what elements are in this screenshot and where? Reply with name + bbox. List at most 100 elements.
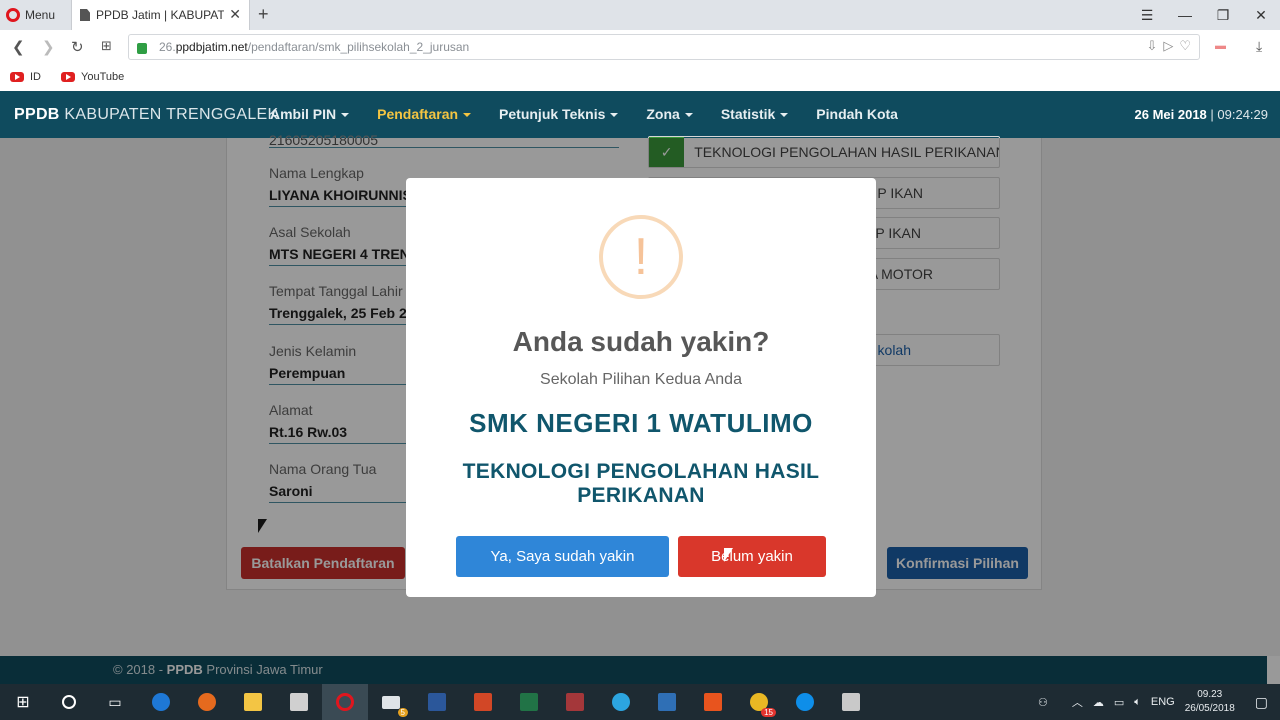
nav-item-pendaftaran[interactable]: Pendaftaran bbox=[363, 91, 485, 138]
close-tab-icon[interactable]: ✕ bbox=[229, 6, 241, 23]
menu-label: Menu bbox=[25, 8, 56, 22]
task-view-icon: ▭ bbox=[108, 693, 122, 710]
edge-icon bbox=[152, 693, 170, 711]
nav-item-ambil-pin[interactable]: Ambil PIN bbox=[256, 91, 363, 138]
date-separator: | bbox=[1206, 107, 1218, 122]
network-icon[interactable]: ▭ bbox=[1114, 696, 1124, 709]
ad-block-icon[interactable]: ▬ bbox=[1215, 40, 1226, 52]
minimize-icon[interactable]: — bbox=[1166, 0, 1204, 30]
nav-menu: Ambil PIN Pendaftaran Petunjuk Teknis Zo… bbox=[256, 91, 912, 138]
taskbar-opera[interactable] bbox=[322, 684, 368, 720]
taskbar-access[interactable] bbox=[552, 684, 598, 720]
taskbar-powerpoint[interactable] bbox=[460, 684, 506, 720]
taskbar-explorer[interactable] bbox=[230, 684, 276, 720]
people-icon[interactable]: ⚇ bbox=[1038, 696, 1048, 709]
site-brand[interactable]: PPDB KABUPATEN TRENGGALEK bbox=[14, 106, 278, 124]
downloads-icon[interactable]: ⤓ bbox=[1256, 38, 1262, 55]
caret-down-icon bbox=[463, 113, 472, 118]
nav-date: 26 Mei 2018 bbox=[1134, 107, 1207, 122]
nav-label: Pindah Kota bbox=[816, 106, 898, 122]
taskbar-chrome[interactable]: 15 bbox=[736, 684, 782, 720]
excel-icon bbox=[520, 693, 538, 711]
nav-label: Zona bbox=[646, 106, 680, 122]
language-indicator[interactable]: ENG bbox=[1151, 696, 1175, 708]
restore-icon[interactable]: ❐ bbox=[1204, 0, 1242, 30]
bookmark-label: YouTube bbox=[81, 71, 125, 83]
site-navbar: PPDB KABUPATEN TRENGGALEK Ambil PIN Pend… bbox=[0, 91, 1280, 138]
access-icon bbox=[566, 693, 584, 711]
address-bar: ❮ ❯ ↻ ⊞ 26. ppdbjatim.net/pendaftaran/smk… bbox=[0, 30, 1280, 64]
system-tray: ⚇ ︿ ☁ ▭ 🔈︎ ENG 09.23 26/05/2018 ▢ bbox=[1038, 684, 1280, 720]
taskbar-telegram[interactable] bbox=[598, 684, 644, 720]
tab-title: PPDB Jatim | KABUPATEN TRENGGALEK bbox=[96, 8, 224, 22]
start-button[interactable]: ⊞ bbox=[0, 684, 46, 720]
notifications-icon[interactable]: ▢ bbox=[1255, 694, 1268, 711]
download-page-icon[interactable]: ⇩ bbox=[1146, 38, 1157, 54]
telegram-icon bbox=[612, 693, 630, 711]
nav-datetime: 26 Mei 2018 | 09:24:29 bbox=[1135, 107, 1269, 122]
bookmark-youtube[interactable]: YouTube bbox=[61, 71, 124, 83]
taskbar-firefox[interactable] bbox=[184, 684, 230, 720]
url-field[interactable]: 26. ppdbjatim.net/pendaftaran/smk_pilihse… bbox=[128, 34, 1200, 60]
task-view-button[interactable]: ▭ bbox=[92, 684, 138, 720]
not-sure-button[interactable]: Belum yakin bbox=[678, 536, 826, 577]
nav-item-statistik[interactable]: Statistik bbox=[707, 91, 802, 138]
youtube-icon bbox=[61, 72, 75, 82]
clock-time: 09.23 bbox=[1197, 689, 1223, 700]
word-icon bbox=[428, 693, 446, 711]
send-icon[interactable]: ▷ bbox=[1163, 38, 1173, 54]
taskbar-teamviewer[interactable] bbox=[782, 684, 828, 720]
office-icon bbox=[704, 693, 722, 711]
window-controls: ☰ — ❐ ✕ bbox=[1128, 0, 1280, 30]
app-icon bbox=[658, 693, 676, 711]
nav-label: Pendaftaran bbox=[377, 106, 459, 122]
dialog-school-name: SMK NEGERI 1 WATULIMO bbox=[469, 408, 813, 438]
opera-menu-button[interactable]: Menu bbox=[6, 6, 55, 24]
taskbar-office[interactable] bbox=[690, 684, 736, 720]
volume-icon[interactable]: 🔈︎ bbox=[1134, 696, 1141, 709]
taskbar-app[interactable] bbox=[644, 684, 690, 720]
taskbar-clock[interactable]: 09.23 26/05/2018 bbox=[1185, 688, 1235, 716]
search-button[interactable] bbox=[46, 684, 92, 720]
chevron-up-icon[interactable]: ︿ bbox=[1072, 694, 1083, 710]
teamviewer-icon bbox=[796, 693, 814, 711]
firefox-icon bbox=[198, 693, 216, 711]
new-tab-icon[interactable]: + bbox=[258, 4, 269, 25]
back-icon[interactable]: ❮ bbox=[12, 38, 25, 56]
url-subdomain: 26. bbox=[159, 40, 176, 54]
nav-label: Petunjuk Teknis bbox=[499, 106, 606, 122]
taskbar-word[interactable] bbox=[414, 684, 460, 720]
caret-down-icon bbox=[684, 113, 693, 118]
taskbar-excel[interactable] bbox=[506, 684, 552, 720]
dialog-major-name: TEKNOLOGI PENGOLAHAN HASIL PERIKANAN bbox=[462, 460, 820, 507]
cortana-icon bbox=[62, 695, 76, 709]
store-icon bbox=[290, 693, 308, 711]
powerpoint-icon bbox=[474, 693, 492, 711]
nav-label: Statistik bbox=[720, 106, 776, 122]
nav-item-zona[interactable]: Zona bbox=[632, 91, 706, 138]
bookmarks-bar: ID YouTube bbox=[0, 64, 1280, 90]
taskbar-store[interactable] bbox=[276, 684, 322, 720]
cloud-icon[interactable]: ☁ bbox=[1093, 696, 1104, 709]
forward-icon[interactable]: ❯ bbox=[42, 38, 55, 56]
dialog-subtitle: Sekolah Pilihan Kedua Anda bbox=[540, 371, 742, 388]
taskbar-mail[interactable]: 5 bbox=[368, 684, 414, 720]
reload-icon[interactable]: ↻ bbox=[71, 38, 84, 56]
speed-dial-icon[interactable]: ⊞ bbox=[101, 38, 112, 54]
brand-rest: KABUPATEN TRENGGALEK bbox=[59, 106, 279, 123]
taskbar-edge[interactable] bbox=[138, 684, 184, 720]
tab-menu-icon[interactable]: ☰ bbox=[1128, 0, 1166, 30]
hand-pointer-icon bbox=[724, 548, 733, 562]
chrome-badge: 15 bbox=[761, 708, 776, 717]
taskbar-recorder[interactable] bbox=[828, 684, 874, 720]
close-window-icon[interactable]: ✕ bbox=[1242, 0, 1280, 30]
opera-icon bbox=[336, 693, 354, 711]
brand-bold: PPDB bbox=[14, 106, 60, 123]
heart-icon[interactable]: ♡ bbox=[1179, 38, 1191, 54]
bookmark-id[interactable]: ID bbox=[10, 71, 41, 83]
confirm-yes-button[interactable]: Ya, Saya sudah yakin bbox=[456, 536, 669, 577]
nav-item-petunjuk-teknis[interactable]: Petunjuk Teknis bbox=[485, 91, 632, 138]
browser-tab[interactable]: PPDB Jatim | KABUPATEN TRENGGALEK ✕ bbox=[71, 0, 250, 30]
nav-item-pindah-kota[interactable]: Pindah Kota bbox=[802, 91, 912, 138]
mail-badge: 5 bbox=[397, 708, 408, 717]
